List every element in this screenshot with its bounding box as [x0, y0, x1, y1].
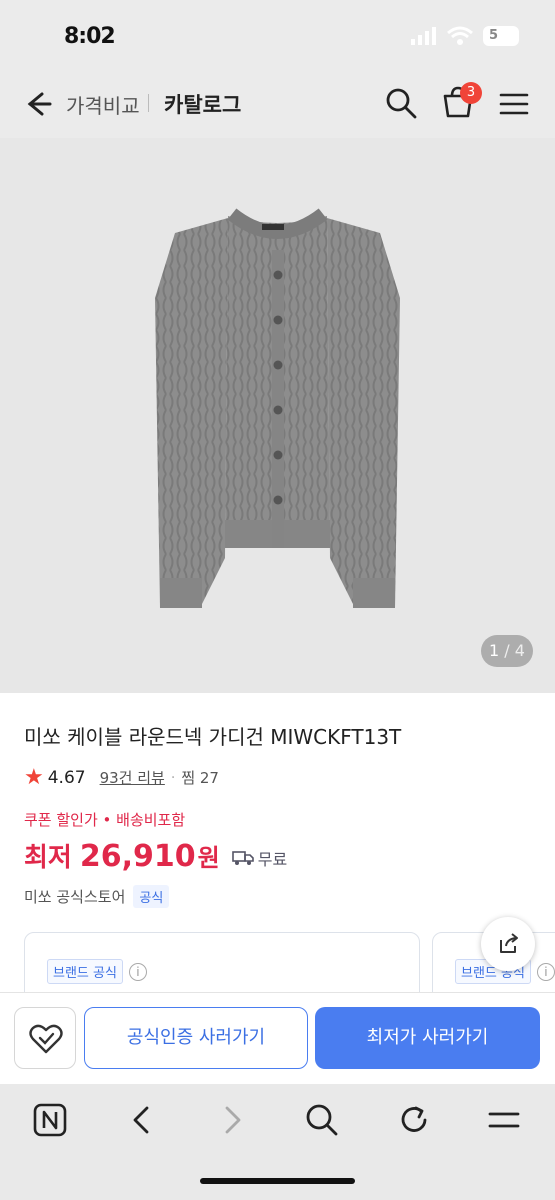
chevron-left-icon[interactable] — [122, 1100, 162, 1140]
review-count-link[interactable]: 93건 리뷰 — [100, 767, 165, 788]
status-time: 8:02 — [64, 24, 116, 49]
wifi-icon — [447, 26, 473, 45]
price-prefix: 최저 — [24, 843, 72, 873]
coupon-price-label: 쿠폰 할인가 • 배송비포함 — [24, 811, 186, 829]
price-row: 최저 26,910 원 무료 — [24, 837, 287, 874]
product-image-gallery[interactable]: 1 / 4 — [0, 138, 555, 693]
product-title: 미쏘 케이블 라운드넥 가디건 MIWCKFT13T — [24, 725, 402, 749]
status-icons: 5 — [411, 26, 519, 46]
battery-icon: 5 — [483, 26, 519, 46]
seller-card-1-tag: 브랜드 공식 i — [47, 959, 147, 984]
truck-icon — [231, 851, 254, 865]
product-info: 미쏘 케이블 라운드넥 가디건 MIWCKFT13T ★ 4.67 93건 리뷰… — [0, 693, 555, 1012]
price-unit: 원 — [197, 844, 220, 872]
signal-icon — [411, 27, 436, 45]
home-indicator[interactable] — [200, 1178, 355, 1184]
image-counter-separator: / — [499, 641, 515, 660]
official-badge: 공식 — [133, 885, 170, 908]
rating-value: 4.67 — [47, 767, 86, 788]
heart-check-icon — [29, 1024, 63, 1054]
header-catalog-label[interactable]: 카탈로그 — [164, 89, 241, 119]
share-icon — [500, 933, 518, 953]
refresh-icon[interactable] — [394, 1100, 434, 1140]
lowest-price-buy-button[interactable]: 최저가 사러가기 — [315, 1007, 540, 1069]
shipping-label: 무료 — [257, 850, 288, 869]
search-icon[interactable] — [302, 1100, 342, 1140]
image-counter: 1 / 4 — [481, 635, 533, 667]
store-row[interactable]: 미쏘 공식스토어 공식 — [24, 885, 170, 908]
info-icon[interactable]: i — [128, 962, 147, 981]
purchase-bar: 공식인증 사러가기 최저가 사러가기 — [0, 992, 555, 1084]
search-icon[interactable] — [384, 86, 418, 120]
naver-home-icon[interactable] — [30, 1100, 70, 1140]
chevron-right-icon[interactable] — [212, 1100, 252, 1140]
price-value: 26,910 — [79, 839, 196, 874]
phone-screen: 8:02 5 가격비교 카탈로그 3 1 / 4 미쏘 케이블 라운드넥 가디건… — [0, 0, 555, 1200]
free-shipping: 무료 — [231, 846, 288, 870]
image-counter-total: 4 — [514, 641, 525, 660]
wishlist-button[interactable] — [14, 1007, 76, 1069]
brand-official-tag: 브랜드 공식 — [47, 959, 123, 984]
header-divider — [148, 94, 149, 112]
app-header: 가격비교 카탈로그 3 — [0, 70, 555, 138]
cardigan-image — [155, 208, 400, 608]
menu-icon[interactable] — [484, 1100, 524, 1140]
share-button[interactable] — [481, 917, 535, 971]
dot-separator: · — [170, 769, 176, 786]
back-icon[interactable] — [20, 86, 56, 122]
cart-count-badge: 3 — [460, 82, 482, 104]
image-counter-current: 1 — [489, 641, 500, 660]
official-buy-button[interactable]: 공식인증 사러가기 — [84, 1007, 308, 1069]
rating-row: ★ 4.67 93건 리뷰 · 찜 27 — [24, 765, 219, 790]
wish-count: 찜 27 — [181, 769, 219, 787]
info-icon[interactable]: i — [536, 962, 555, 981]
store-name[interactable]: 미쏘 공식스토어 — [24, 886, 125, 907]
header-compare-label[interactable]: 가격비교 — [66, 90, 140, 119]
star-icon: ★ — [24, 765, 44, 790]
status-bar: 8:02 5 — [0, 0, 555, 70]
menu-icon[interactable] — [498, 88, 530, 120]
